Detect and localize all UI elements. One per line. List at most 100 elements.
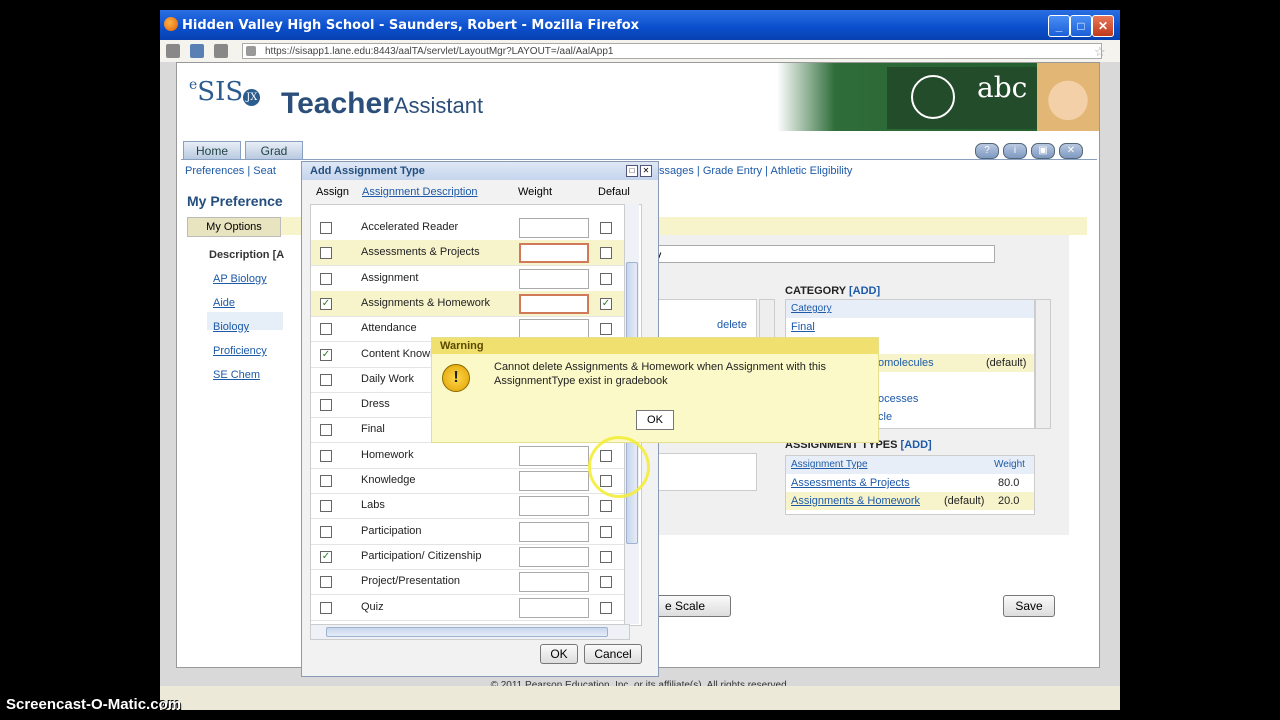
- assignment-type-label: Accelerated Reader: [361, 221, 459, 233]
- assignment-type-row: Labs: [311, 493, 629, 520]
- assign-checkbox[interactable]: ✓: [320, 297, 332, 310]
- weight-input[interactable]: [519, 546, 589, 567]
- assignment-type-label: Knowledge: [361, 474, 416, 486]
- weight-input[interactable]: [519, 293, 589, 314]
- default-checkbox[interactable]: [600, 500, 612, 513]
- assignment-type-row: Assignment: [311, 266, 629, 292]
- assignment-type-row: ✓ Assignments & Homework ✓: [311, 290, 629, 317]
- close-app-icon[interactable]: ✕: [1059, 143, 1083, 159]
- tab-my-options[interactable]: My Options: [187, 217, 281, 237]
- assignment-type-column-header[interactable]: Assignment Type Weight: [786, 456, 1034, 474]
- window-title: Hidden Valley High School - Saunders, Ro…: [182, 18, 640, 33]
- minimize-button[interactable]: _: [1048, 15, 1070, 37]
- default-checkbox[interactable]: [600, 222, 612, 234]
- assign-checkbox[interactable]: [320, 475, 332, 487]
- default-checkbox[interactable]: [600, 247, 612, 260]
- assign-checkbox[interactable]: [320, 525, 332, 538]
- assign-checkbox[interactable]: [320, 323, 332, 336]
- print-icon[interactable]: [214, 44, 228, 58]
- warning-ok-button[interactable]: OK: [636, 410, 674, 430]
- maximize-dialog-icon[interactable]: □: [626, 165, 638, 177]
- weight-input[interactable]: [519, 471, 589, 491]
- assignment-type-label: Assignment: [361, 271, 419, 284]
- dialog-header: Add Assignment Type □ ✕: [302, 162, 658, 180]
- weight-input[interactable]: [519, 218, 589, 238]
- delete-link[interactable]: delete: [717, 319, 747, 331]
- course-link-proficiency[interactable]: Proficiency: [213, 345, 267, 357]
- assign-checkbox[interactable]: [320, 449, 332, 462]
- url-bar[interactable]: https://sisapp1.lane.edu:8443/aalTA/serv…: [242, 43, 1102, 59]
- course-name-field[interactable]: ogy: [637, 245, 995, 263]
- column-assign: Assign: [316, 186, 350, 198]
- close-window-button[interactable]: ✕: [1092, 15, 1114, 37]
- course-link-biology[interactable]: Biology: [213, 321, 249, 333]
- assign-checkbox[interactable]: [320, 424, 332, 437]
- page-icon[interactable]: [166, 44, 180, 58]
- subnav-right[interactable]: ssages | Grade Entry | Athletic Eligibil…: [659, 165, 852, 177]
- help-icon[interactable]: ?: [975, 143, 999, 159]
- dialog-cancel-button[interactable]: Cancel: [584, 644, 642, 664]
- assignment-type-row: ✓ Participation/ Citizenship: [311, 544, 629, 570]
- weight-input[interactable]: [519, 496, 589, 517]
- course-link-ap-biology[interactable]: AP Biology: [213, 273, 267, 285]
- dialog-ok-button[interactable]: OK: [540, 644, 578, 664]
- course-link-aide[interactable]: Aide: [213, 297, 235, 309]
- assign-checkbox[interactable]: [320, 399, 332, 412]
- assignment-type-row[interactable]: Assignments & Homework (default) 20.0: [786, 492, 1034, 510]
- weight-input[interactable]: [519, 572, 589, 593]
- info-icon[interactable]: i: [1003, 143, 1027, 159]
- weight-input[interactable]: [519, 268, 589, 289]
- assign-checkbox[interactable]: [320, 373, 332, 386]
- bookmark-icon[interactable]: [190, 44, 204, 58]
- default-checkbox[interactable]: [600, 576, 612, 589]
- assignment-type-label: Dress: [361, 398, 390, 411]
- assign-checkbox[interactable]: ✓: [320, 550, 332, 563]
- default-checkbox[interactable]: [600, 323, 612, 336]
- star-icon[interactable]: ☆: [1094, 44, 1106, 60]
- assign-checkbox[interactable]: [320, 500, 332, 513]
- warning-message: Cannot delete Assignments & Homework whe…: [494, 361, 826, 387]
- tab-home[interactable]: Home: [183, 141, 241, 160]
- assignment-type-label: Labs: [361, 499, 385, 512]
- assign-checkbox[interactable]: ✓: [320, 348, 332, 361]
- category-scrollbar[interactable]: [1035, 299, 1051, 429]
- column-description[interactable]: Assignment Description: [362, 186, 478, 198]
- weight-input[interactable]: [519, 597, 589, 618]
- apple-drawing: [911, 75, 955, 119]
- category-add-link[interactable]: [ADD]: [849, 285, 880, 297]
- assignment-type-label: Assignments & Homework: [361, 296, 490, 309]
- assign-checkbox[interactable]: [320, 576, 332, 589]
- default-checkbox[interactable]: [600, 601, 612, 614]
- weight-input[interactable]: [519, 243, 589, 264]
- assignment-type-row[interactable]: Assessments & Projects 80.0: [786, 474, 1034, 492]
- title-bar: Hidden Valley High School - Saunders, Ro…: [160, 10, 1120, 40]
- weight-input[interactable]: [519, 521, 589, 542]
- close-dialog-icon[interactable]: ✕: [640, 165, 652, 177]
- assignment-types-add-link[interactable]: [ADD]: [901, 439, 932, 451]
- course-link-se-chem[interactable]: SE Chem: [213, 369, 260, 381]
- tab-grades[interactable]: Grad: [245, 141, 303, 160]
- app-title: TeacherAssistant: [281, 87, 484, 120]
- category-column-header[interactable]: Category: [786, 300, 1034, 318]
- default-checkbox[interactable]: [600, 525, 612, 538]
- assignment-type-label: Participation/ Citizenship: [361, 549, 482, 562]
- assignment-type-row: Project/Presentation: [311, 569, 629, 596]
- default-checkbox[interactable]: ✓: [600, 297, 612, 310]
- assign-checkbox[interactable]: [320, 601, 332, 614]
- subnav-left[interactable]: Preferences | Seat: [185, 165, 276, 177]
- save-button[interactable]: Save: [1003, 595, 1055, 617]
- assign-checkbox[interactable]: [320, 247, 332, 260]
- assignment-type-row: Assessments & Projects: [311, 240, 629, 267]
- assign-checkbox[interactable]: [320, 272, 332, 285]
- default-checkbox[interactable]: [600, 272, 612, 285]
- horizontal-scroll-thumb[interactable]: [326, 627, 608, 637]
- lock-app-icon[interactable]: ▣: [1031, 143, 1055, 159]
- maximize-button[interactable]: □: [1070, 15, 1092, 37]
- category-heading: CATEGORY [ADD]: [785, 285, 881, 297]
- weight-input[interactable]: [519, 445, 589, 466]
- assignment-type-label: Quiz: [361, 600, 384, 613]
- tab-divider: [181, 159, 1097, 160]
- category-row[interactable]: Final: [786, 318, 1034, 336]
- assign-checkbox[interactable]: [320, 222, 332, 234]
- default-checkbox[interactable]: [600, 550, 612, 563]
